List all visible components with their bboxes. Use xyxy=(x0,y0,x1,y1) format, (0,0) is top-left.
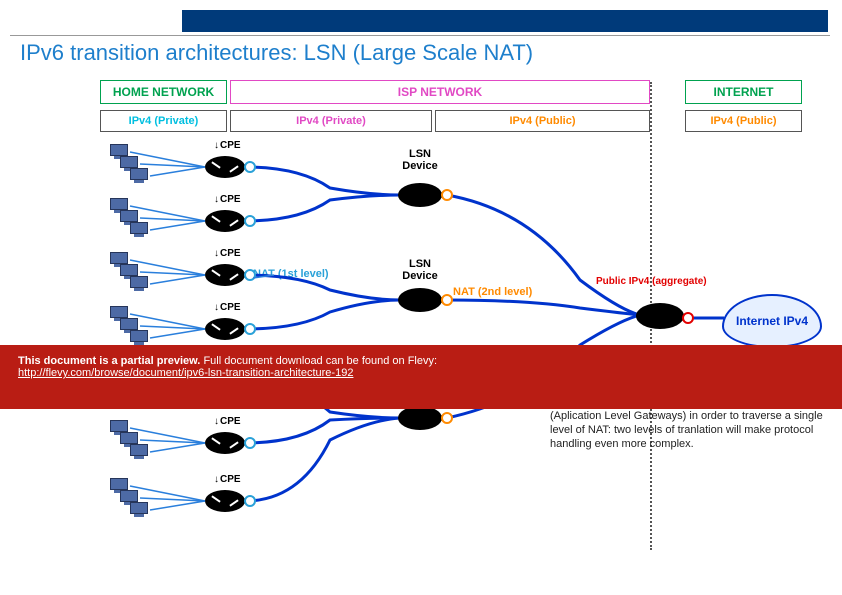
segment-ipv4-private-isp: IPv4 (Private) xyxy=(230,110,432,132)
router-icon xyxy=(205,490,245,512)
router-icon xyxy=(205,318,245,340)
router-icon xyxy=(205,264,245,286)
home-row-2: CPE xyxy=(10,192,660,248)
preview-overlay-banner: This document is a partial preview. Full… xyxy=(0,345,842,409)
internet-cloud: Internet IPv4 xyxy=(722,294,822,348)
zone-isp-network: ISP NETWORK xyxy=(230,80,650,104)
pc-group-icon xyxy=(110,252,160,294)
segment-ipv4-private-home: IPv4 (Private) xyxy=(100,110,227,132)
zone-internet: INTERNET xyxy=(685,80,802,104)
cpe-label: CPE xyxy=(214,194,241,205)
nat-2nd-level-label: NAT (2nd level) xyxy=(453,286,532,298)
home-row-3: CPE xyxy=(10,246,660,302)
page-title: IPv6 transition architectures: LSN (Larg… xyxy=(20,40,533,66)
pc-group-icon xyxy=(110,478,160,520)
overlay-lead-rest: Full document download can be found on F… xyxy=(203,355,437,367)
overlay-lead-bold: This document is a partial preview. xyxy=(18,355,200,367)
segment-ipv4-public-isp: IPv4 (Public) xyxy=(435,110,650,132)
router-icon xyxy=(205,156,245,178)
pc-group-icon xyxy=(110,144,160,186)
cpe-label: CPE xyxy=(214,474,241,485)
pc-group-icon xyxy=(110,198,160,240)
paragraph-2: (Aplication Level Gateways) in order to … xyxy=(550,410,834,451)
lsn-device-label-1: LSN Device xyxy=(390,148,450,172)
cpe-label: CPE xyxy=(214,302,241,313)
header-bar xyxy=(182,10,828,32)
home-row-1: CPE xyxy=(10,138,660,194)
cpe-label: CPE xyxy=(214,416,241,427)
public-ipv4-aggregate-label: Public IPv4 (aggregate) xyxy=(596,276,707,287)
home-row-7: CPE xyxy=(10,472,660,528)
title-rule xyxy=(10,35,830,36)
overlay-link[interactable]: http://flevy.com/browse/document/ipv6-ls… xyxy=(18,367,353,379)
segment-ipv4-public-internet: IPv4 (Public) xyxy=(685,110,802,132)
cpe-label: CPE xyxy=(214,248,241,259)
nat-1st-level-label: NAT (1st level) xyxy=(253,268,329,280)
cpe-label: CPE xyxy=(214,140,241,151)
pc-group-icon xyxy=(110,420,160,462)
zone-home-network: HOME NETWORK xyxy=(100,80,227,104)
pc-group-icon xyxy=(110,306,160,348)
router-icon xyxy=(205,432,245,454)
lsn-device-label-2: LSN Device xyxy=(390,258,450,282)
router-icon xyxy=(205,210,245,232)
